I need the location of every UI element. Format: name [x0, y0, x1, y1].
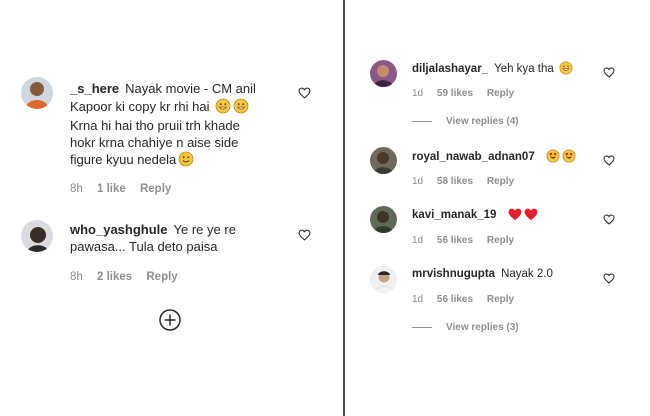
- comment-meta: 1d 58 likes Reply: [412, 176, 525, 187]
- comment-line: figure kyuu nedela: [70, 152, 177, 167]
- heart-outline-icon[interactable]: [298, 229, 311, 241]
- comment-likes[interactable]: 1 like: [97, 183, 126, 195]
- view-replies-line: [412, 120, 432, 122]
- heart-outline-icon[interactable]: [603, 214, 615, 225]
- grinning-sweat-emoji: [559, 61, 573, 79]
- avatar[interactable]: [21, 77, 53, 109]
- comment-text: diljalashayar_ Yeh kya tha: [412, 61, 612, 79]
- grinning-sweat-emoji: [215, 98, 231, 119]
- right-comments-pane: diljalashayar_ Yeh kya tha 1d 59 likes Re…: [345, 0, 650, 416]
- view-replies-line: [412, 326, 432, 328]
- comment-likes[interactable]: 58 likes: [437, 176, 473, 187]
- comment-meta: 1d 56 likes Reply: [412, 294, 525, 305]
- comment-text: royal_nawab_adnan07: [412, 149, 612, 167]
- red-heart-emoji: [524, 208, 538, 225]
- comment-line: Ye re ye re: [173, 222, 236, 237]
- comment-username[interactable]: mrvishnugupta: [412, 268, 495, 280]
- avatar[interactable]: [370, 60, 397, 87]
- comment-text: mrvishnugupta Nayak 2.0: [412, 267, 612, 281]
- comment-time: 1d: [412, 88, 424, 99]
- reply-button[interactable]: Reply: [146, 271, 177, 283]
- comment-likes[interactable]: 56 likes: [437, 294, 473, 305]
- view-replies-label: View replies (4): [446, 116, 519, 127]
- comment-meta: 8h 1 like Reply: [70, 183, 182, 195]
- grinning-sweat-emoji: [233, 98, 249, 119]
- comment-username[interactable]: kavi_manak_19: [412, 209, 496, 221]
- reply-button[interactable]: Reply: [140, 183, 171, 195]
- reply-button[interactable]: Reply: [487, 88, 514, 99]
- view-replies-button[interactable]: View replies (3): [412, 322, 519, 333]
- comment-text: _s_here Nayak movie - CM anil Kapoor ki c…: [70, 81, 300, 172]
- comment-line: hokr krna chahiye n aise side: [70, 134, 239, 150]
- comment-line: Kapoor ki copy kr rhi hai: [70, 98, 210, 114]
- smiling-face-emoji: [178, 151, 194, 172]
- avatar[interactable]: [370, 206, 397, 233]
- view-replies-label: View replies (3): [446, 322, 519, 333]
- avatar[interactable]: [370, 147, 397, 174]
- plus-circle-icon[interactable]: [159, 309, 181, 331]
- view-replies-button[interactable]: View replies (4): [412, 116, 519, 127]
- comment-body: Nayak 2.0: [501, 268, 553, 280]
- comment-time: 1d: [412, 294, 424, 305]
- reply-button[interactable]: Reply: [487, 176, 514, 187]
- heart-outline-icon[interactable]: [298, 87, 311, 99]
- avatar[interactable]: [21, 220, 53, 252]
- comment-text: kavi_manak_19: [412, 208, 612, 225]
- left-comments-pane: _s_here Nayak movie - CM anil Kapoor ki c…: [0, 0, 343, 416]
- comment-time: 1d: [412, 235, 424, 246]
- comment-meta: 1d 56 likes Reply: [412, 235, 525, 246]
- comment-likes[interactable]: 56 likes: [437, 235, 473, 246]
- heart-outline-icon[interactable]: [603, 155, 615, 166]
- reply-button[interactable]: Reply: [487, 235, 514, 246]
- comment-meta: 8h 2 likes Reply: [70, 271, 189, 283]
- heart-eyes-emoji: [546, 149, 560, 167]
- comment-username[interactable]: _s_here: [70, 81, 119, 96]
- avatar[interactable]: [370, 266, 397, 293]
- comment-meta: 1d 59 likes Reply: [412, 88, 525, 99]
- heart-eyes-emoji: [562, 149, 576, 167]
- comment-time: 8h: [70, 271, 83, 283]
- comment-username[interactable]: who_yashghule: [70, 222, 168, 237]
- comment-line: pawasa... Tula deto paisa: [70, 238, 218, 254]
- comment-username[interactable]: royal_nawab_adnan07: [412, 151, 535, 163]
- comment-time: 1d: [412, 176, 424, 187]
- comment-line: Nayak movie - CM anil: [125, 81, 256, 96]
- comment-likes[interactable]: 59 likes: [437, 88, 473, 99]
- comment-likes[interactable]: 2 likes: [97, 271, 132, 283]
- comment-time: 8h: [70, 183, 83, 195]
- comment-text: who_yashghule Ye re ye re pawasa... Tula …: [70, 222, 300, 255]
- reply-button[interactable]: Reply: [487, 294, 514, 305]
- heart-outline-icon[interactable]: [603, 67, 615, 78]
- comment-username[interactable]: diljalashayar_: [412, 63, 488, 75]
- comment-body: Yeh kya tha: [494, 63, 554, 75]
- comment-line: Krna hi hai tho pruii trh khade: [70, 118, 240, 133]
- red-heart-emoji: [508, 208, 522, 225]
- heart-outline-icon[interactable]: [603, 273, 615, 284]
